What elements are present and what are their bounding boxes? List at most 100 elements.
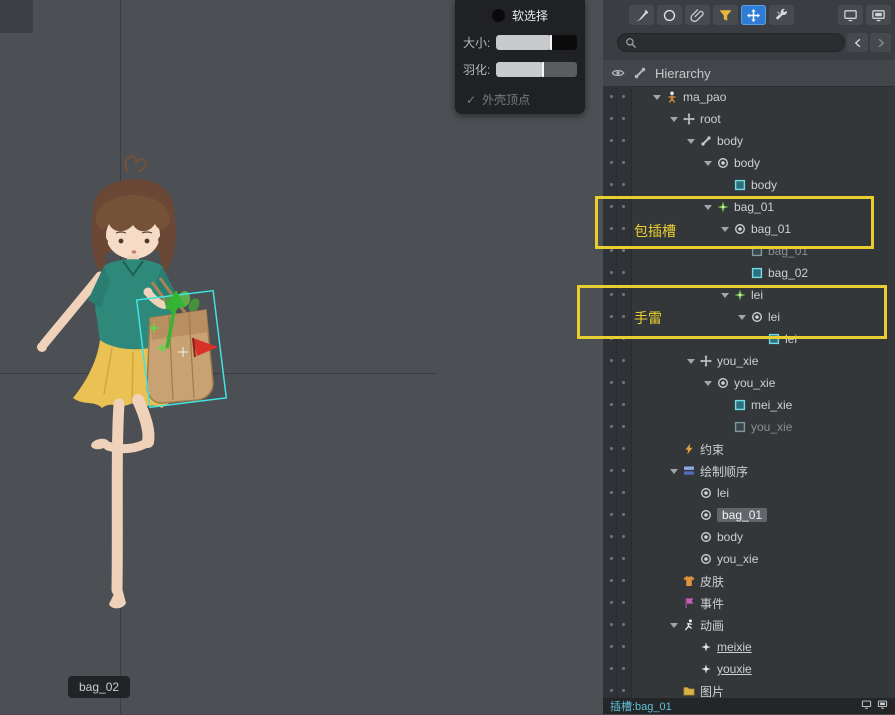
tree-row-约束[interactable]: 约束 (603, 438, 895, 460)
expander-icon[interactable] (670, 465, 683, 477)
tree-row-bag_01[interactable]: bag_01 (603, 240, 895, 262)
export-dot[interactable] (622, 491, 625, 494)
tree-row-事件[interactable]: 事件 (603, 592, 895, 614)
visibility-dot[interactable] (610, 425, 613, 428)
visibility-dot[interactable] (610, 293, 613, 296)
tree-row-绘制顺序[interactable]: 绘制顺序 (603, 460, 895, 482)
expander-icon[interactable] (670, 113, 683, 125)
visibility-dot[interactable] (610, 689, 613, 692)
export-dot[interactable] (622, 205, 625, 208)
visibility-dot[interactable] (610, 557, 613, 560)
expander-icon[interactable] (670, 619, 683, 631)
visibility-eye-icon[interactable] (611, 66, 625, 80)
tree-row-bag_01[interactable]: bag_01 (603, 504, 895, 526)
visibility-dot[interactable] (610, 161, 613, 164)
export-dot[interactable] (622, 161, 625, 164)
tree-row-body[interactable]: body (603, 130, 895, 152)
expander-icon[interactable] (721, 223, 734, 235)
export-dot[interactable] (622, 469, 625, 472)
tree-row-youxie[interactable]: youxie (603, 658, 895, 680)
tree-row-root[interactable]: root (603, 108, 895, 130)
export-dot[interactable] (622, 139, 625, 142)
export-dot[interactable] (622, 117, 625, 120)
visibility-dot[interactable] (610, 645, 613, 648)
tree-row-you_xie[interactable]: you_xie (603, 416, 895, 438)
export-dot[interactable] (622, 249, 625, 252)
attach-tool-button[interactable] (685, 5, 710, 25)
visibility-dot[interactable] (610, 337, 613, 340)
tree-row-you_xie[interactable]: you_xie (603, 548, 895, 570)
feather-slider[interactable] (496, 62, 577, 77)
view-b-button[interactable] (866, 5, 891, 25)
expander-icon[interactable] (653, 91, 666, 103)
tree-row-动画[interactable]: 动画 (603, 614, 895, 636)
export-dot[interactable] (622, 227, 625, 230)
export-dot[interactable] (622, 381, 625, 384)
visibility-dot[interactable] (610, 491, 613, 494)
tree-row-lei[interactable]: lei (603, 482, 895, 504)
settings-tool-button[interactable] (769, 5, 794, 25)
tree-row-bag_01[interactable]: bag_01 (603, 218, 895, 240)
visibility-dot[interactable] (610, 205, 613, 208)
export-dot[interactable] (622, 623, 625, 626)
tree-row-皮肤[interactable]: 皮肤 (603, 570, 895, 592)
export-dot[interactable] (622, 579, 625, 582)
tree-row-lei[interactable]: lei (603, 306, 895, 328)
visibility-dot[interactable] (610, 447, 613, 450)
tree-row-bag_01[interactable]: bag_01 (603, 196, 895, 218)
visibility-dot[interactable] (610, 469, 613, 472)
visibility-dot[interactable] (610, 623, 613, 626)
bone-column-icon[interactable] (633, 66, 647, 80)
export-dot[interactable] (622, 403, 625, 406)
visibility-dot[interactable] (610, 403, 613, 406)
tree-row-mei_xie[interactable]: mei_xie (603, 394, 895, 416)
visibility-dot[interactable] (610, 381, 613, 384)
view-a-button[interactable] (838, 5, 863, 25)
expander-icon[interactable] (721, 289, 734, 301)
expander-icon[interactable] (704, 377, 717, 389)
tree-row-you_xie[interactable]: you_xie (603, 372, 895, 394)
export-dot[interactable] (622, 689, 625, 692)
export-dot[interactable] (622, 447, 625, 450)
export-dot[interactable] (622, 667, 625, 670)
visibility-dot[interactable] (610, 117, 613, 120)
visibility-dot[interactable] (610, 579, 613, 582)
tree-row-body[interactable]: body (603, 526, 895, 548)
visibility-dot[interactable] (610, 183, 613, 186)
export-dot[interactable] (622, 293, 625, 296)
export-dot[interactable] (622, 601, 625, 604)
soft-select-toggle[interactable]: 软选择 (455, 7, 585, 24)
visibility-dot[interactable] (610, 359, 613, 362)
export-dot[interactable] (622, 183, 625, 186)
visibility-dot[interactable] (610, 667, 613, 670)
tree-row-lei[interactable]: lei (603, 284, 895, 306)
visibility-dot[interactable] (610, 315, 613, 318)
visibility-dot[interactable] (610, 249, 613, 252)
tree-row-图片[interactable]: 图片 (603, 680, 895, 698)
visibility-dot[interactable] (610, 227, 613, 230)
export-dot[interactable] (622, 337, 625, 340)
visibility-dot[interactable] (610, 513, 613, 516)
expander-icon[interactable] (704, 201, 717, 213)
visibility-dot[interactable] (610, 271, 613, 274)
tree-row-meixie[interactable]: meixie (603, 636, 895, 658)
forward-button[interactable] (870, 33, 891, 52)
tree-row-body[interactable]: body (603, 174, 895, 196)
back-button[interactable] (847, 33, 868, 52)
expander-icon[interactable] (687, 135, 700, 147)
hull-vertices-checkbox[interactable]: ✓ 外壳顶点 (466, 91, 585, 108)
brush-tool-button[interactable] (629, 5, 654, 25)
tree-row-lei[interactable]: lei (603, 328, 895, 350)
export-dot[interactable] (622, 271, 625, 274)
visibility-dot[interactable] (610, 535, 613, 538)
search-input[interactable] (642, 35, 844, 51)
export-dot[interactable] (622, 425, 625, 428)
monitor-icon[interactable] (861, 697, 872, 715)
ellipse-tool-button[interactable] (657, 5, 682, 25)
size-slider[interactable] (496, 35, 577, 50)
monitor2-icon[interactable] (877, 697, 888, 715)
feather-slider-handle[interactable] (542, 62, 544, 77)
export-dot[interactable] (622, 645, 625, 648)
tree-row-you_xie[interactable]: you_xie (603, 350, 895, 372)
tree-row-ma_pao[interactable]: ma_pao (603, 86, 895, 108)
